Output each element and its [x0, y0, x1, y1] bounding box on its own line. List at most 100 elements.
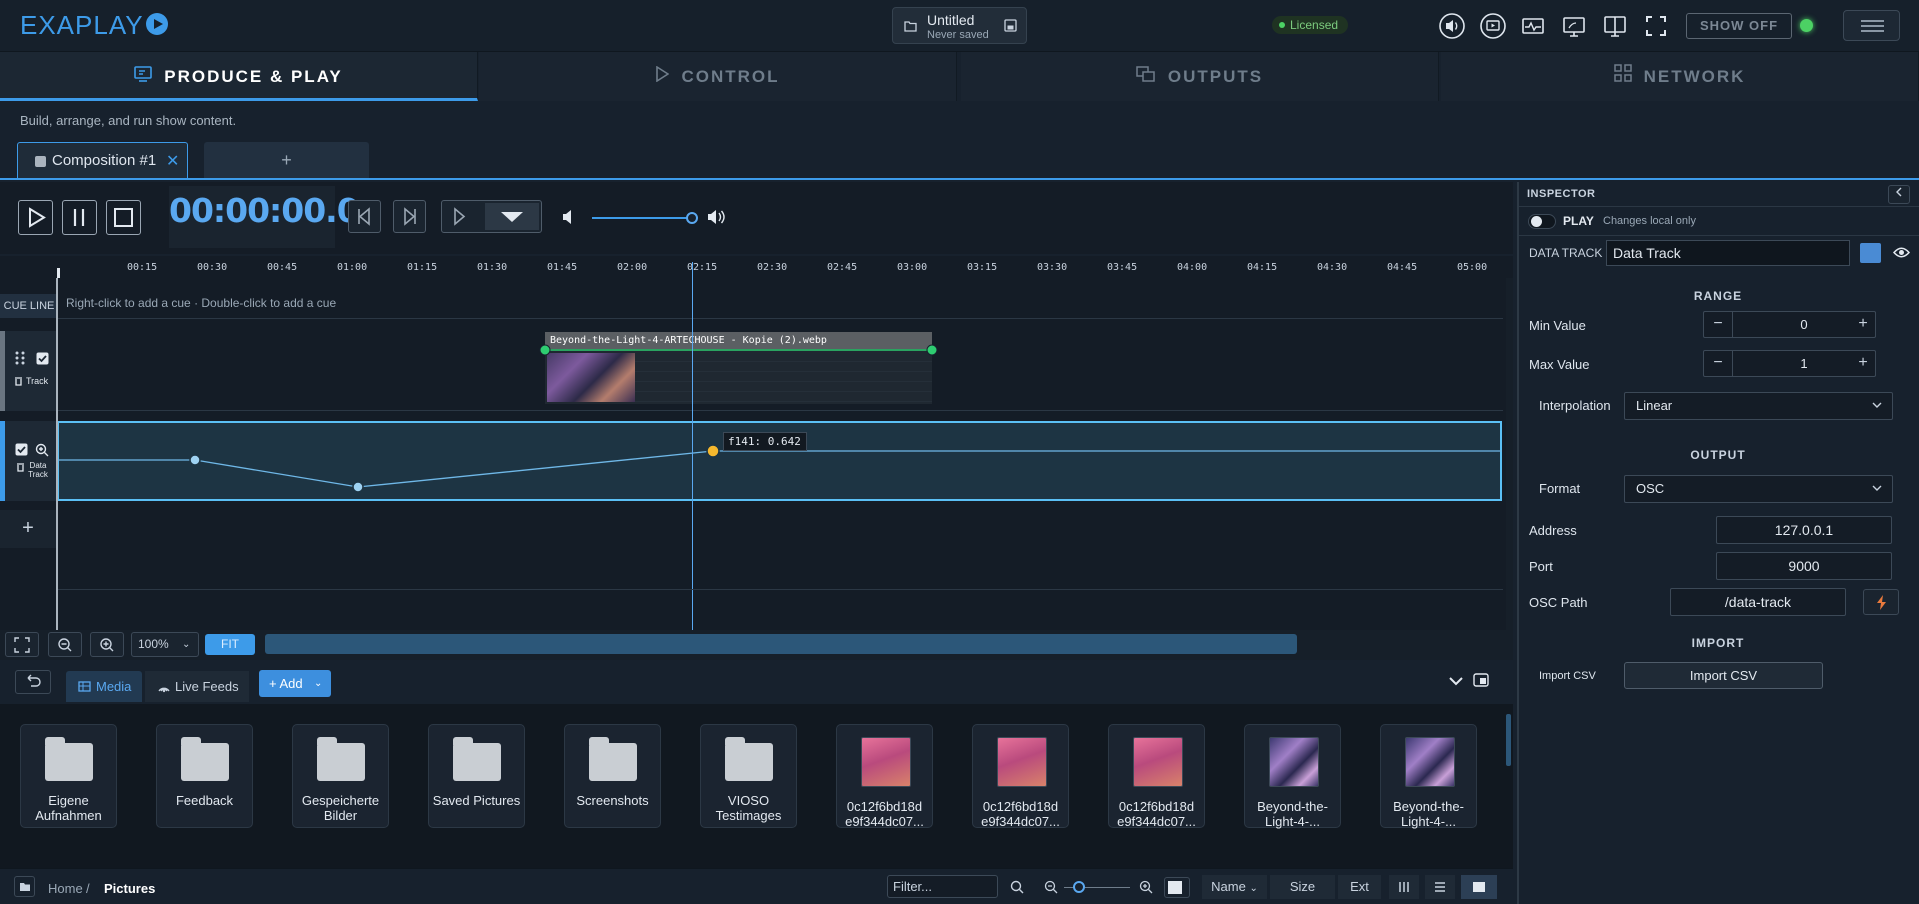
- pause-button[interactable]: [62, 200, 97, 235]
- volume-max-icon[interactable]: [706, 208, 726, 226]
- eye-icon[interactable]: [1893, 246, 1910, 259]
- decrement-button[interactable]: −: [1704, 312, 1732, 337]
- volume-slider[interactable]: [592, 217, 692, 219]
- filter-input[interactable]: [887, 875, 998, 898]
- media-file-item[interactable]: 0c12f6bd18d e9f344dc07...: [836, 724, 933, 829]
- collapse-chevron-icon[interactable]: [1448, 674, 1464, 688]
- composition-tab[interactable]: Composition #1 ✕: [17, 142, 188, 178]
- media-folder-item[interactable]: Screenshots: [564, 724, 661, 828]
- tab-live-feeds[interactable]: Live Feeds: [145, 671, 249, 702]
- trash-icon[interactable]: [14, 376, 23, 386]
- address-input[interactable]: 127.0.0.1: [1716, 516, 1892, 544]
- keyframe-point[interactable]: [352, 481, 364, 493]
- sort-ext-button[interactable]: Ext: [1338, 875, 1381, 899]
- add-track-button[interactable]: +: [0, 510, 56, 548]
- folder-icon: [20, 883, 30, 891]
- audio-output-icon[interactable]: [1438, 12, 1466, 40]
- send-test-button[interactable]: [1863, 589, 1899, 615]
- media-folder-item[interactable]: Eigene Aufnahmen: [20, 724, 117, 828]
- previous-cue-button[interactable]: [348, 200, 381, 233]
- zoom-in-icon[interactable]: [1139, 880, 1153, 894]
- track-enabled-checkbox[interactable]: [15, 443, 28, 456]
- osc-path-input[interactable]: /data-track: [1670, 588, 1846, 616]
- media-folder-item[interactable]: Saved Pictures: [428, 724, 525, 828]
- tab-outputs[interactable]: OUTPUTS: [961, 52, 1439, 101]
- track-header-data-track[interactable]: Data Track: [0, 421, 56, 501]
- play-toggle[interactable]: [1528, 214, 1556, 229]
- zoom-level-select[interactable]: 100% ⌄: [131, 632, 199, 657]
- data-track-name-input[interactable]: Data Track: [1606, 240, 1850, 266]
- view-toggle-button[interactable]: [1164, 877, 1190, 898]
- media-scrollbar[interactable]: [1506, 714, 1511, 766]
- view-list-button[interactable]: [1425, 875, 1455, 899]
- port-input[interactable]: 9000: [1716, 552, 1892, 580]
- min-value-stepper[interactable]: − 0 +: [1703, 311, 1876, 338]
- fullscreen-icon[interactable]: [1642, 12, 1670, 40]
- search-icon[interactable]: [1010, 880, 1024, 894]
- close-icon[interactable]: ✕: [166, 151, 179, 171]
- clip-opacity-line[interactable]: [538, 343, 938, 357]
- zoom-track-icon[interactable]: [35, 443, 49, 457]
- thumbnail-size-thumb[interactable]: [1073, 881, 1085, 893]
- sort-size-button[interactable]: Size: [1270, 875, 1335, 899]
- browse-folder-button[interactable]: [14, 876, 35, 897]
- zoom-in-button[interactable]: [90, 632, 124, 657]
- collapse-inspector-button[interactable]: [1888, 185, 1910, 204]
- import-csv-button[interactable]: Import CSV: [1624, 662, 1823, 689]
- media-folder-item[interactable]: Gespeicherte Bilder: [292, 724, 389, 828]
- view-columns-button[interactable]: [1389, 875, 1419, 899]
- media-folder-item[interactable]: Feedback: [156, 724, 253, 828]
- media-file-item[interactable]: 0c12f6bd18d e9f344dc07...: [1108, 724, 1205, 829]
- track-enabled-checkbox[interactable]: [36, 352, 49, 365]
- media-file-item[interactable]: Beyond-the-Light-4-...: [1380, 724, 1477, 829]
- playhead-line[interactable]: [692, 262, 693, 630]
- video-output-icon[interactable]: [1479, 12, 1507, 40]
- breadcrumb-home[interactable]: Home: [48, 881, 83, 896]
- decrement-button[interactable]: −: [1704, 351, 1732, 376]
- file-info-box[interactable]: Untitled Never saved: [892, 7, 1027, 44]
- display-cast-icon[interactable]: [1560, 12, 1588, 40]
- add-composition-button[interactable]: +: [204, 142, 369, 178]
- timeline-horizontal-scrollbar[interactable]: [265, 634, 1297, 654]
- fit-view-button[interactable]: [5, 632, 39, 657]
- keyframe-point[interactable]: [189, 454, 201, 466]
- back-button[interactable]: [15, 670, 51, 694]
- increment-button[interactable]: +: [1849, 351, 1877, 376]
- next-cue-button[interactable]: [393, 200, 426, 233]
- max-value-stepper[interactable]: − 1 +: [1703, 350, 1876, 377]
- split-view-icon[interactable]: [1601, 12, 1629, 40]
- play-mode-dropdown[interactable]: [485, 203, 539, 230]
- add-media-button[interactable]: + Add ⌄: [259, 670, 331, 697]
- media-folder-item[interactable]: VIOSO Testimages: [700, 724, 797, 828]
- save-icon[interactable]: [1004, 19, 1017, 32]
- format-select[interactable]: OSC: [1624, 475, 1893, 503]
- view-grid-button[interactable]: [1461, 875, 1497, 899]
- main-menu-button[interactable]: [1843, 10, 1900, 41]
- performance-monitor-icon[interactable]: [1519, 12, 1547, 40]
- interpolation-select[interactable]: Linear: [1624, 392, 1893, 420]
- tab-media[interactable]: Media: [66, 671, 142, 702]
- tab-control[interactable]: CONTROL: [479, 52, 957, 101]
- play-mode-select[interactable]: [441, 200, 542, 233]
- volume-slider-thumb[interactable]: [686, 212, 698, 224]
- stop-button[interactable]: [106, 200, 141, 235]
- tab-produce-play[interactable]: PRODUCE & PLAY: [0, 52, 478, 101]
- timeline-vertical-scrollbar[interactable]: [1506, 278, 1513, 630]
- preview-toggle-icon[interactable]: [1473, 673, 1489, 687]
- show-off-button[interactable]: SHOW OFF: [1686, 13, 1792, 39]
- track-header-track[interactable]: Track: [0, 331, 56, 411]
- zoom-out-icon[interactable]: [1044, 880, 1058, 894]
- media-file-item[interactable]: Beyond-the-Light-4-...: [1244, 724, 1341, 829]
- zoom-out-button[interactable]: [48, 632, 82, 657]
- sort-name-button[interactable]: Name ⌄: [1202, 875, 1267, 899]
- drag-handle-icon[interactable]: [15, 351, 25, 365]
- breadcrumb-current[interactable]: Pictures: [104, 881, 155, 896]
- track-color-swatch[interactable]: [1860, 243, 1881, 263]
- media-file-item[interactable]: 0c12f6bd18d e9f344dc07...: [972, 724, 1069, 829]
- volume-mute-icon[interactable]: [561, 208, 577, 226]
- keyframe-point-active[interactable]: [706, 444, 720, 458]
- tab-network[interactable]: NETWORK: [1441, 52, 1919, 101]
- play-button[interactable]: [18, 200, 53, 235]
- increment-button[interactable]: +: [1849, 312, 1877, 337]
- fit-button[interactable]: FIT: [205, 634, 255, 655]
